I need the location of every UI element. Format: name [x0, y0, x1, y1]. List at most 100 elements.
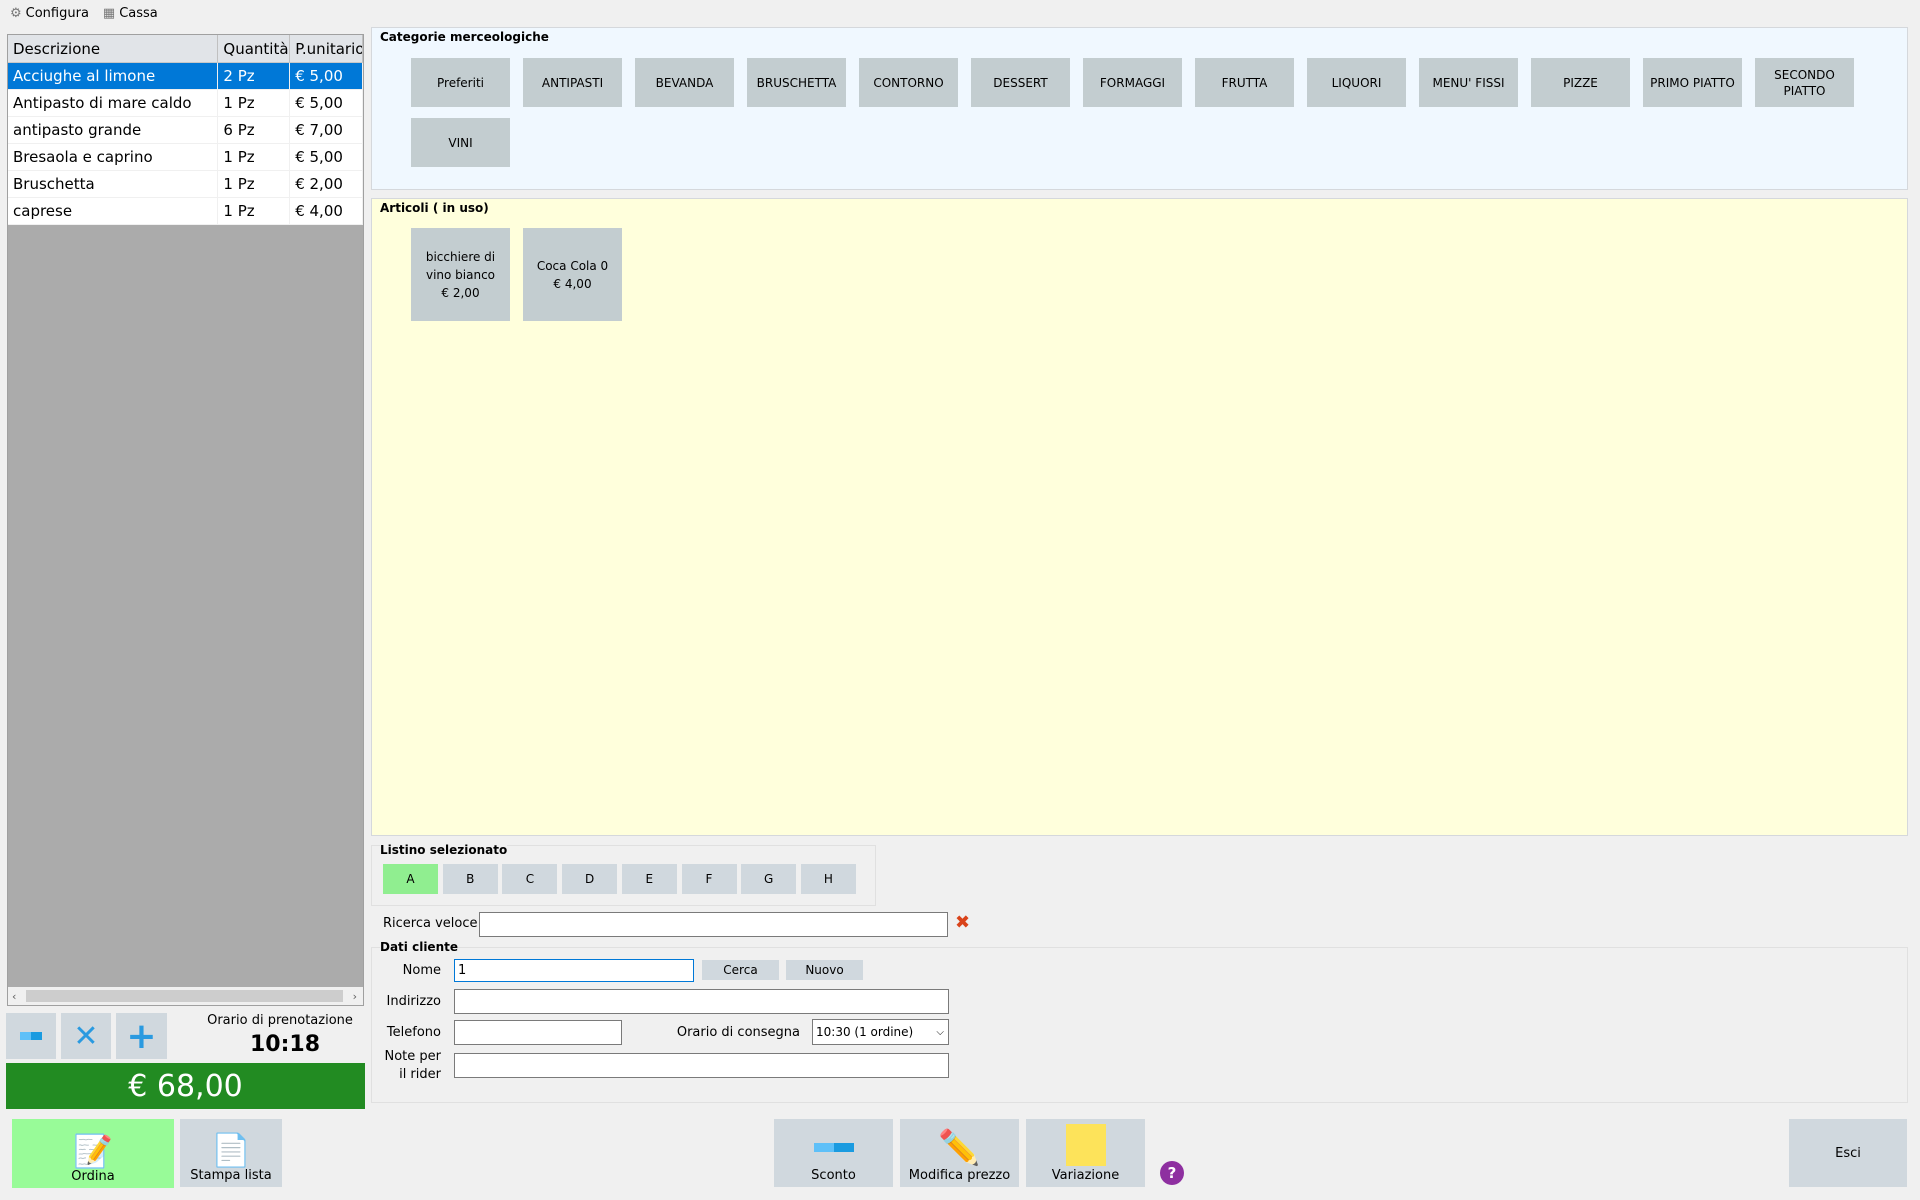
clear-search-icon[interactable]: ✖ — [955, 912, 970, 933]
remove-button[interactable]: ✕ — [61, 1013, 111, 1059]
table-cell: Acciughe al limone — [8, 63, 219, 89]
category-button[interactable]: CONTORNO — [859, 58, 958, 107]
listino-button-f[interactable]: F — [681, 864, 737, 894]
table-cell: Antipasto di mare caldo — [8, 90, 219, 116]
category-button[interactable]: VINI — [411, 118, 510, 167]
note-input[interactable] — [454, 1053, 949, 1078]
menu-bar: ⚙ Configura ▦ Cassa — [0, 0, 158, 27]
booking-time: 10:18 — [249, 1032, 321, 1057]
listino-button-g[interactable]: G — [741, 864, 797, 894]
order-table: Descrizione Quantità P.unitario Acciughe… — [7, 34, 364, 1006]
chevron-down-icon: ⌵ — [936, 1026, 944, 1038]
table-cell: € 5,00 — [290, 144, 363, 170]
category-button[interactable]: FORMAGGI — [1083, 58, 1182, 107]
table-cell: 2 Pz — [218, 63, 291, 89]
decrease-button[interactable] — [6, 1013, 56, 1059]
sticky-note-icon — [1065, 1124, 1106, 1166]
category-button[interactable]: LIQUORI — [1307, 58, 1406, 107]
articles-group: Articoli ( in uso) bicchiere di vino bia… — [371, 198, 1908, 836]
table-row[interactable]: Acciughe al limone 2 Pz € 5,00 — [8, 63, 363, 90]
telefono-input[interactable] — [454, 1020, 622, 1045]
order-total: € 68,00 — [6, 1063, 365, 1109]
listino-button-d[interactable]: D — [562, 864, 618, 894]
listino-title: Listino selezionato — [380, 843, 508, 857]
indirizzo-input[interactable] — [454, 989, 949, 1014]
note-label: Note per il rider — [384, 1049, 441, 1082]
listino-button-e[interactable]: E — [621, 864, 677, 894]
listino-button-b[interactable]: B — [442, 864, 498, 894]
category-button[interactable]: BRUSCHETTA — [747, 58, 846, 107]
pencil-icon: ✏️ — [938, 1128, 981, 1168]
booking-label: Orario di prenotazione — [207, 1013, 353, 1028]
consegna-label: Orario di consegna — [676, 1025, 800, 1040]
plus-icon: + — [126, 1015, 157, 1057]
category-button[interactable]: PRIMO PIATTO — [1643, 58, 1742, 107]
table-cell: € 5,00 — [290, 90, 363, 116]
article-name: Coca Cola 0 — [536, 258, 609, 273]
x-icon: ✕ — [73, 1018, 99, 1054]
table-cell: 1 Pz — [218, 198, 291, 224]
article-button[interactable]: Coca Cola 0 € 4,00 — [523, 228, 622, 321]
scroll-left-icon[interactable]: ‹ — [12, 990, 16, 1003]
esci-button[interactable]: Esci — [1789, 1119, 1907, 1187]
table-cell: € 5,00 — [290, 63, 363, 89]
nuovo-button[interactable]: Nuovo — [786, 960, 863, 980]
category-button[interactable]: ANTIPASTI — [523, 58, 622, 107]
search-label: Ricerca veloce — [383, 916, 478, 931]
table-cell: 1 Pz — [218, 144, 291, 170]
ordina-button[interactable]: 📝 Ordina — [12, 1119, 174, 1188]
sconto-button[interactable]: Sconto — [774, 1119, 893, 1187]
help-icon[interactable]: ? — [1160, 1161, 1184, 1185]
consegna-select[interactable]: 10:30 (1 ordine) ⌵ — [812, 1019, 949, 1045]
scroll-thumb[interactable] — [26, 990, 343, 1002]
table-cell: caprese — [8, 198, 219, 224]
article-name: bicchiere di vino bianco — [425, 249, 496, 282]
categories-group: Categorie merceologiche Preferiti ANTIPAS… — [371, 27, 1908, 190]
search-input[interactable] — [479, 912, 948, 937]
table-row[interactable]: Antipasto di mare caldo 1 Pz € 5,00 — [8, 90, 363, 117]
telefono-label: Telefono — [386, 1025, 441, 1040]
table-cell: 6 Pz — [218, 117, 291, 143]
category-button[interactable]: MENU' FISSI — [1419, 58, 1518, 107]
table-row[interactable]: caprese 1 Pz € 4,00 — [8, 198, 363, 225]
table-row[interactable]: antipasto grande 6 Pz € 7,00 — [8, 117, 363, 144]
col-punitario[interactable]: P.unitario — [290, 35, 363, 62]
table-cell: Bruschetta — [8, 171, 219, 197]
modifica-prezzo-button[interactable]: ✏️ Modifica prezzo — [900, 1119, 1019, 1187]
menu-cassa[interactable]: ▦ Cassa — [103, 6, 158, 21]
col-descrizione[interactable]: Descrizione — [8, 35, 219, 62]
table-row[interactable]: Bruschetta 1 Pz € 2,00 — [8, 171, 363, 198]
listino-button-c[interactable]: C — [502, 864, 558, 894]
table-cell: € 2,00 — [290, 171, 363, 197]
nome-label: Nome — [402, 963, 441, 978]
category-button[interactable]: PIZZE — [1531, 58, 1630, 107]
table-cell: € 4,00 — [290, 198, 363, 224]
increase-button[interactable]: + — [116, 1013, 167, 1059]
customer-title: Dati cliente — [380, 940, 458, 954]
horizontal-scrollbar[interactable]: ‹ › — [8, 987, 363, 1005]
articles-title: Articoli ( in uso) — [380, 201, 489, 215]
category-button[interactable]: DESSERT — [971, 58, 1070, 107]
col-quantita[interactable]: Quantità — [218, 35, 291, 62]
listino-button-a[interactable]: A — [383, 864, 438, 894]
document-icon: 📄 — [211, 1131, 251, 1169]
nome-input[interactable]: 1 — [454, 959, 694, 982]
table-row[interactable]: Bresaola e caprino 1 Pz € 5,00 — [8, 144, 363, 171]
table-cell: Bresaola e caprino — [8, 144, 219, 170]
menu-configura[interactable]: ⚙ Configura — [10, 6, 89, 21]
cerca-button[interactable]: Cerca — [702, 960, 779, 980]
table-cell: 1 Pz — [218, 171, 291, 197]
category-button[interactable]: FRUTTA — [1195, 58, 1294, 107]
categories-title: Categorie merceologiche — [380, 30, 549, 44]
article-button[interactable]: bicchiere di vino bianco € 2,00 — [411, 228, 510, 321]
listino-button-h[interactable]: H — [800, 864, 856, 894]
category-button[interactable]: BEVANDA — [635, 58, 734, 107]
scroll-right-icon[interactable]: › — [353, 990, 357, 1003]
stampa-lista-button[interactable]: 📄 Stampa lista — [180, 1119, 282, 1187]
minus-icon — [20, 1032, 42, 1040]
gear-icon: ⚙ — [10, 6, 22, 21]
variazione-button[interactable]: Variazione — [1026, 1119, 1145, 1187]
category-button[interactable]: Preferiti — [411, 58, 510, 107]
category-button[interactable]: SECONDO PIATTO — [1755, 58, 1854, 107]
table-cell: 1 Pz — [218, 90, 291, 116]
